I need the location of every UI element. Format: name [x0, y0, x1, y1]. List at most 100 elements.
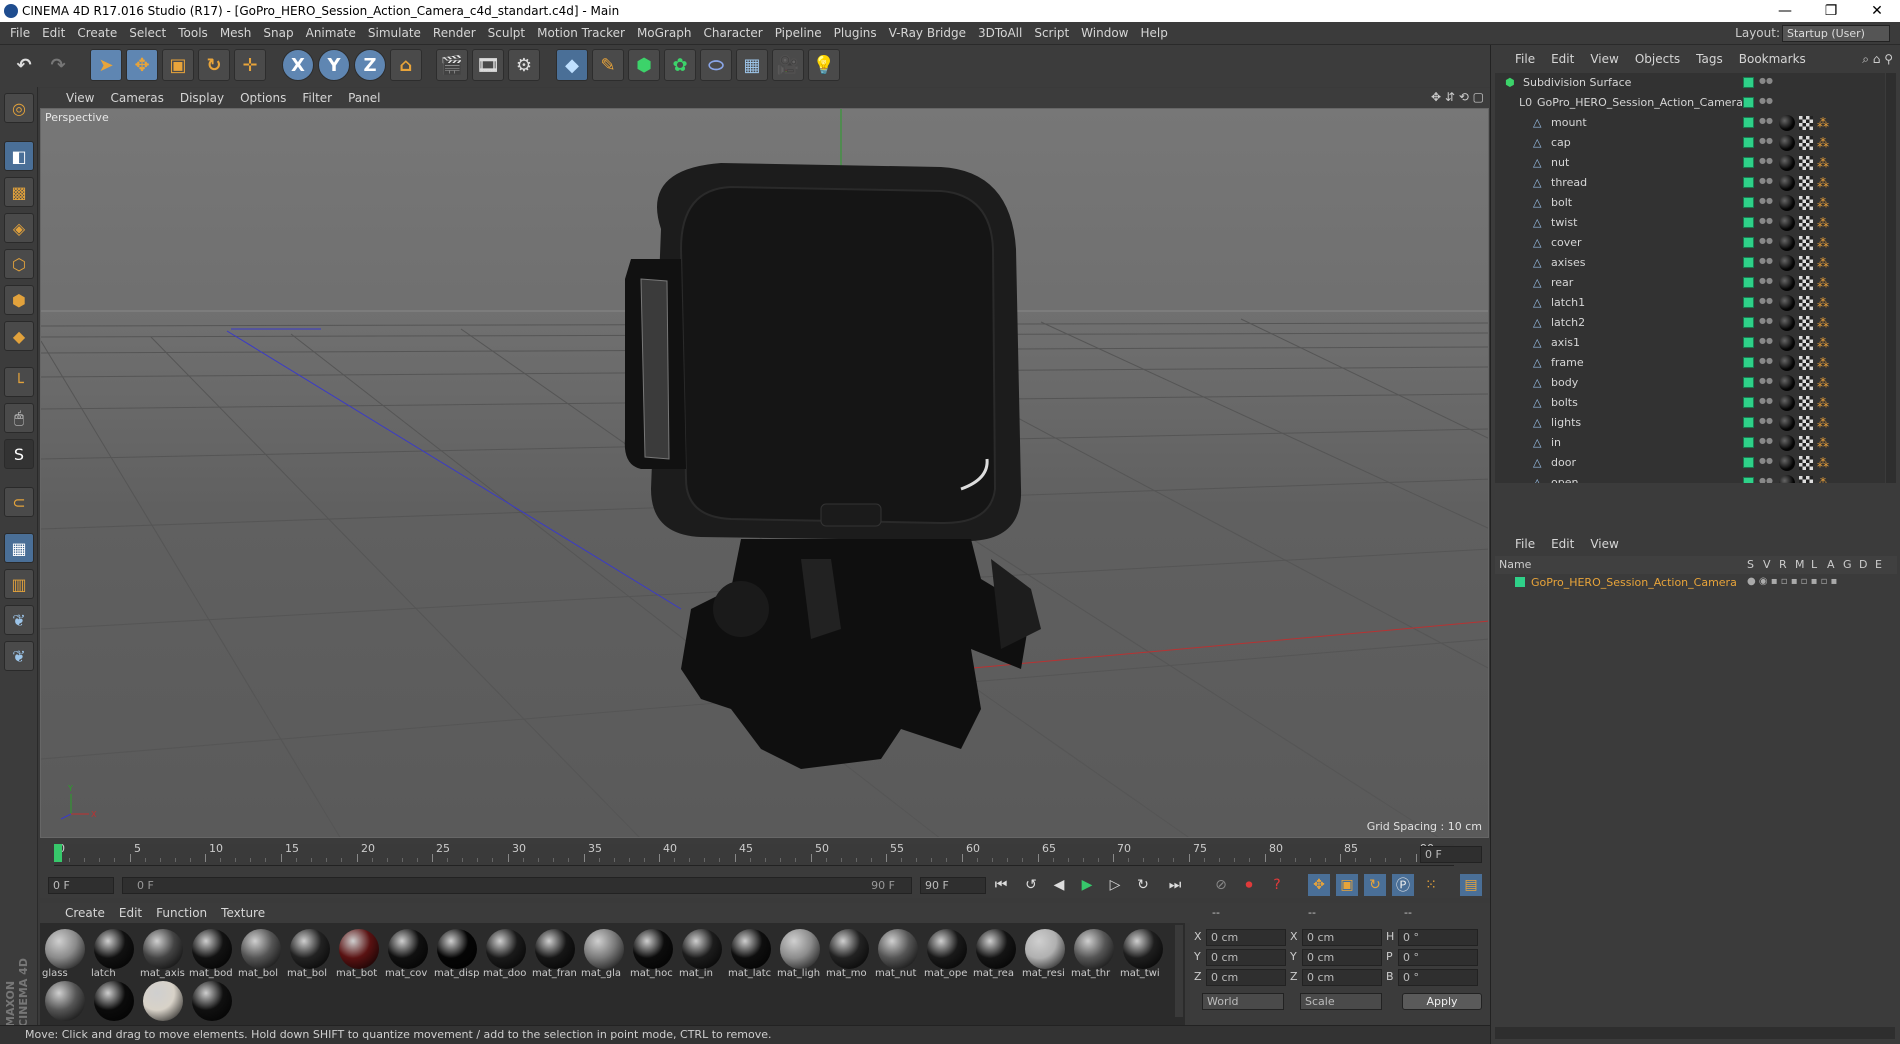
material-tag-icon[interactable] [1779, 215, 1795, 231]
keyframe-selection-icon[interactable]: ? [1266, 874, 1288, 896]
layer-menu-edit[interactable]: Edit [1543, 533, 1582, 555]
layer-column-e[interactable]: E [1875, 558, 1882, 571]
object-row[interactable]: △ nut ●● ⁂ [1495, 153, 1885, 173]
object-menu-file[interactable]: File [1507, 49, 1543, 69]
selection-tag-icon[interactable]: ⁂ [1817, 336, 1831, 350]
menu-item-window[interactable]: Window [1075, 22, 1134, 45]
make-editable-icon[interactable]: ◎ [4, 93, 34, 123]
prev-frame-icon[interactable]: ◀ [1048, 874, 1070, 896]
material-swatch[interactable]: mat_bot [336, 927, 382, 979]
goto-end-icon[interactable]: ⏭ [1164, 874, 1186, 896]
visibility-check-icon[interactable] [1743, 337, 1754, 348]
texture-tag-icon[interactable] [1799, 316, 1813, 330]
layer-toggles[interactable]: ● ◉ ▪ ▫ ▪ ▫ ▪ ▫ ▪ [1747, 576, 1837, 587]
light-icon[interactable]: 💡 [808, 49, 840, 81]
material-tag-icon[interactable] [1779, 275, 1795, 291]
material-swatch[interactable]: mat_ligh [777, 927, 823, 979]
texture-tag-icon[interactable] [1799, 196, 1813, 210]
layout-select[interactable]: Startup (User) [1782, 25, 1890, 42]
material-swatch[interactable]: mat_latc [728, 927, 774, 979]
menu-item-plugins[interactable]: Plugins [828, 22, 883, 45]
visibility-check-icon[interactable] [1743, 157, 1754, 168]
record-keys-icon[interactable]: ⊘ [1210, 874, 1232, 896]
timeline-track[interactable]: 051015202530354045505560657075808590 [54, 842, 1477, 866]
editor-render-dots-icon[interactable]: ●● [1759, 137, 1773, 148]
object-menu-tags[interactable]: Tags [1688, 49, 1731, 69]
python-script-icon[interactable]: ❦ [4, 641, 34, 671]
y-axis-icon[interactable]: Y [318, 49, 350, 81]
visibility-check-icon[interactable] [1743, 197, 1754, 208]
coord-value-field[interactable]: 0 cm [1302, 969, 1382, 986]
layer-column-r[interactable]: R [1779, 558, 1787, 571]
selection-tag-icon[interactable]: ⁂ [1817, 356, 1831, 370]
editor-render-dots-icon[interactable]: ●● [1759, 437, 1773, 448]
menu-item-v-ray-bridge[interactable]: V-Ray Bridge [883, 22, 972, 45]
key-pla-icon[interactable]: ⁙ [1420, 874, 1442, 896]
visibility-check-icon[interactable] [1743, 177, 1754, 188]
texture-tag-icon[interactable] [1799, 296, 1813, 310]
material-swatch[interactable]: mat_hoc [630, 927, 676, 979]
layer-menu-view[interactable]: View [1582, 533, 1626, 555]
material-swatch[interactable]: mat_rea [973, 927, 1019, 979]
coord-value-field[interactable]: 0 cm [1302, 949, 1382, 966]
timeline-ruler[interactable]: 051015202530354045505560657075808590 0 F [40, 838, 1490, 872]
selection-tag-icon[interactable]: ⁂ [1817, 116, 1831, 130]
magnet-icon[interactable]: ⊂ [4, 487, 34, 517]
material-swatch[interactable]: mat_twi [1120, 927, 1166, 979]
material-tag-icon[interactable] [1779, 255, 1795, 271]
object-manager-scrollbar[interactable] [1886, 73, 1896, 483]
selection-tag-icon[interactable]: ⁂ [1817, 196, 1831, 210]
editor-render-dots-icon[interactable]: ●● [1759, 197, 1773, 208]
object-row[interactable]: △ open ●● ⁂ [1495, 473, 1885, 483]
editor-render-dots-icon[interactable]: ●● [1759, 217, 1773, 228]
texture-tag-icon[interactable] [1799, 216, 1813, 230]
menu-item-snap[interactable]: Snap [257, 22, 299, 45]
minimize-button[interactable]: — [1762, 0, 1808, 22]
material-tag-icon[interactable] [1779, 435, 1795, 451]
object-row[interactable]: △ thread ●● ⁂ [1495, 173, 1885, 193]
object-row[interactable]: △ door ●● ⁂ [1495, 453, 1885, 473]
editor-render-dots-icon[interactable]: ●● [1759, 117, 1773, 128]
object-row[interactable]: △ axises ●● ⁂ [1495, 253, 1885, 273]
undo-icon[interactable]: ↶ [8, 49, 40, 81]
material-swatch[interactable] [189, 979, 235, 1029]
object-row-root[interactable]: ⬢ Subdivision Surface ●● [1495, 73, 1885, 93]
visibility-check-icon[interactable] [1743, 137, 1754, 148]
visibility-check-icon[interactable] [1743, 277, 1754, 288]
coord-value-field[interactable]: 0 cm [1206, 929, 1286, 946]
selection-tag-icon[interactable]: ⁂ [1817, 176, 1831, 190]
menu-item-simulate[interactable]: Simulate [362, 22, 427, 45]
menu-item-script[interactable]: Script [1028, 22, 1075, 45]
layer-row[interactable]: GoPro_HERO_Session_Action_Camera ● ◉ ▪ ▫… [1495, 574, 1897, 592]
menu-item-render[interactable]: Render [427, 22, 482, 45]
viewport-menu-display[interactable]: Display [172, 88, 232, 108]
object-row-group[interactable]: L0 GoPro_HERO_Session_Action_Camera ●● [1495, 93, 1885, 113]
menu-item-select[interactable]: Select [123, 22, 172, 45]
material-tag-icon[interactable] [1779, 355, 1795, 371]
layer-column-s[interactable]: S [1747, 558, 1754, 571]
material-tag-icon[interactable] [1779, 315, 1795, 331]
rotate-icon[interactable]: ↻ [198, 49, 230, 81]
object-row[interactable]: △ in ●● ⁂ [1495, 433, 1885, 453]
coordinate-system-icon[interactable]: ⌂ [390, 49, 422, 81]
material-swatch[interactable]: mat_resi [1022, 927, 1068, 979]
texture-tag-icon[interactable] [1799, 356, 1813, 370]
material-swatch[interactable]: mat_fran [532, 927, 578, 979]
material-tag-icon[interactable] [1779, 415, 1795, 431]
goto-start-icon[interactable]: ⏮ [990, 874, 1012, 896]
workplane-mode-icon[interactable]: ◈ [4, 213, 34, 243]
editor-render-dots-icon[interactable]: ●● [1759, 277, 1773, 288]
model-mode-icon[interactable]: ◧ [4, 141, 34, 171]
texture-tag-icon[interactable] [1799, 456, 1813, 470]
material-scrollbar[interactable] [1175, 925, 1183, 1017]
coord-value-field[interactable]: 0 ° [1398, 969, 1478, 986]
workplane-lock-icon[interactable]: ▦ [4, 533, 34, 563]
viewport-menu-options[interactable]: Options [232, 88, 294, 108]
layer-column-l[interactable]: L [1811, 558, 1817, 571]
move-icon[interactable]: ✥ [126, 49, 158, 81]
size-mode-select[interactable]: Scale [1300, 993, 1382, 1010]
object-menu-bookmarks[interactable]: Bookmarks [1731, 49, 1814, 69]
material-swatch[interactable] [91, 979, 137, 1029]
redo-icon[interactable]: ↷ [42, 49, 74, 81]
menu-item-sculpt[interactable]: Sculpt [482, 22, 531, 45]
